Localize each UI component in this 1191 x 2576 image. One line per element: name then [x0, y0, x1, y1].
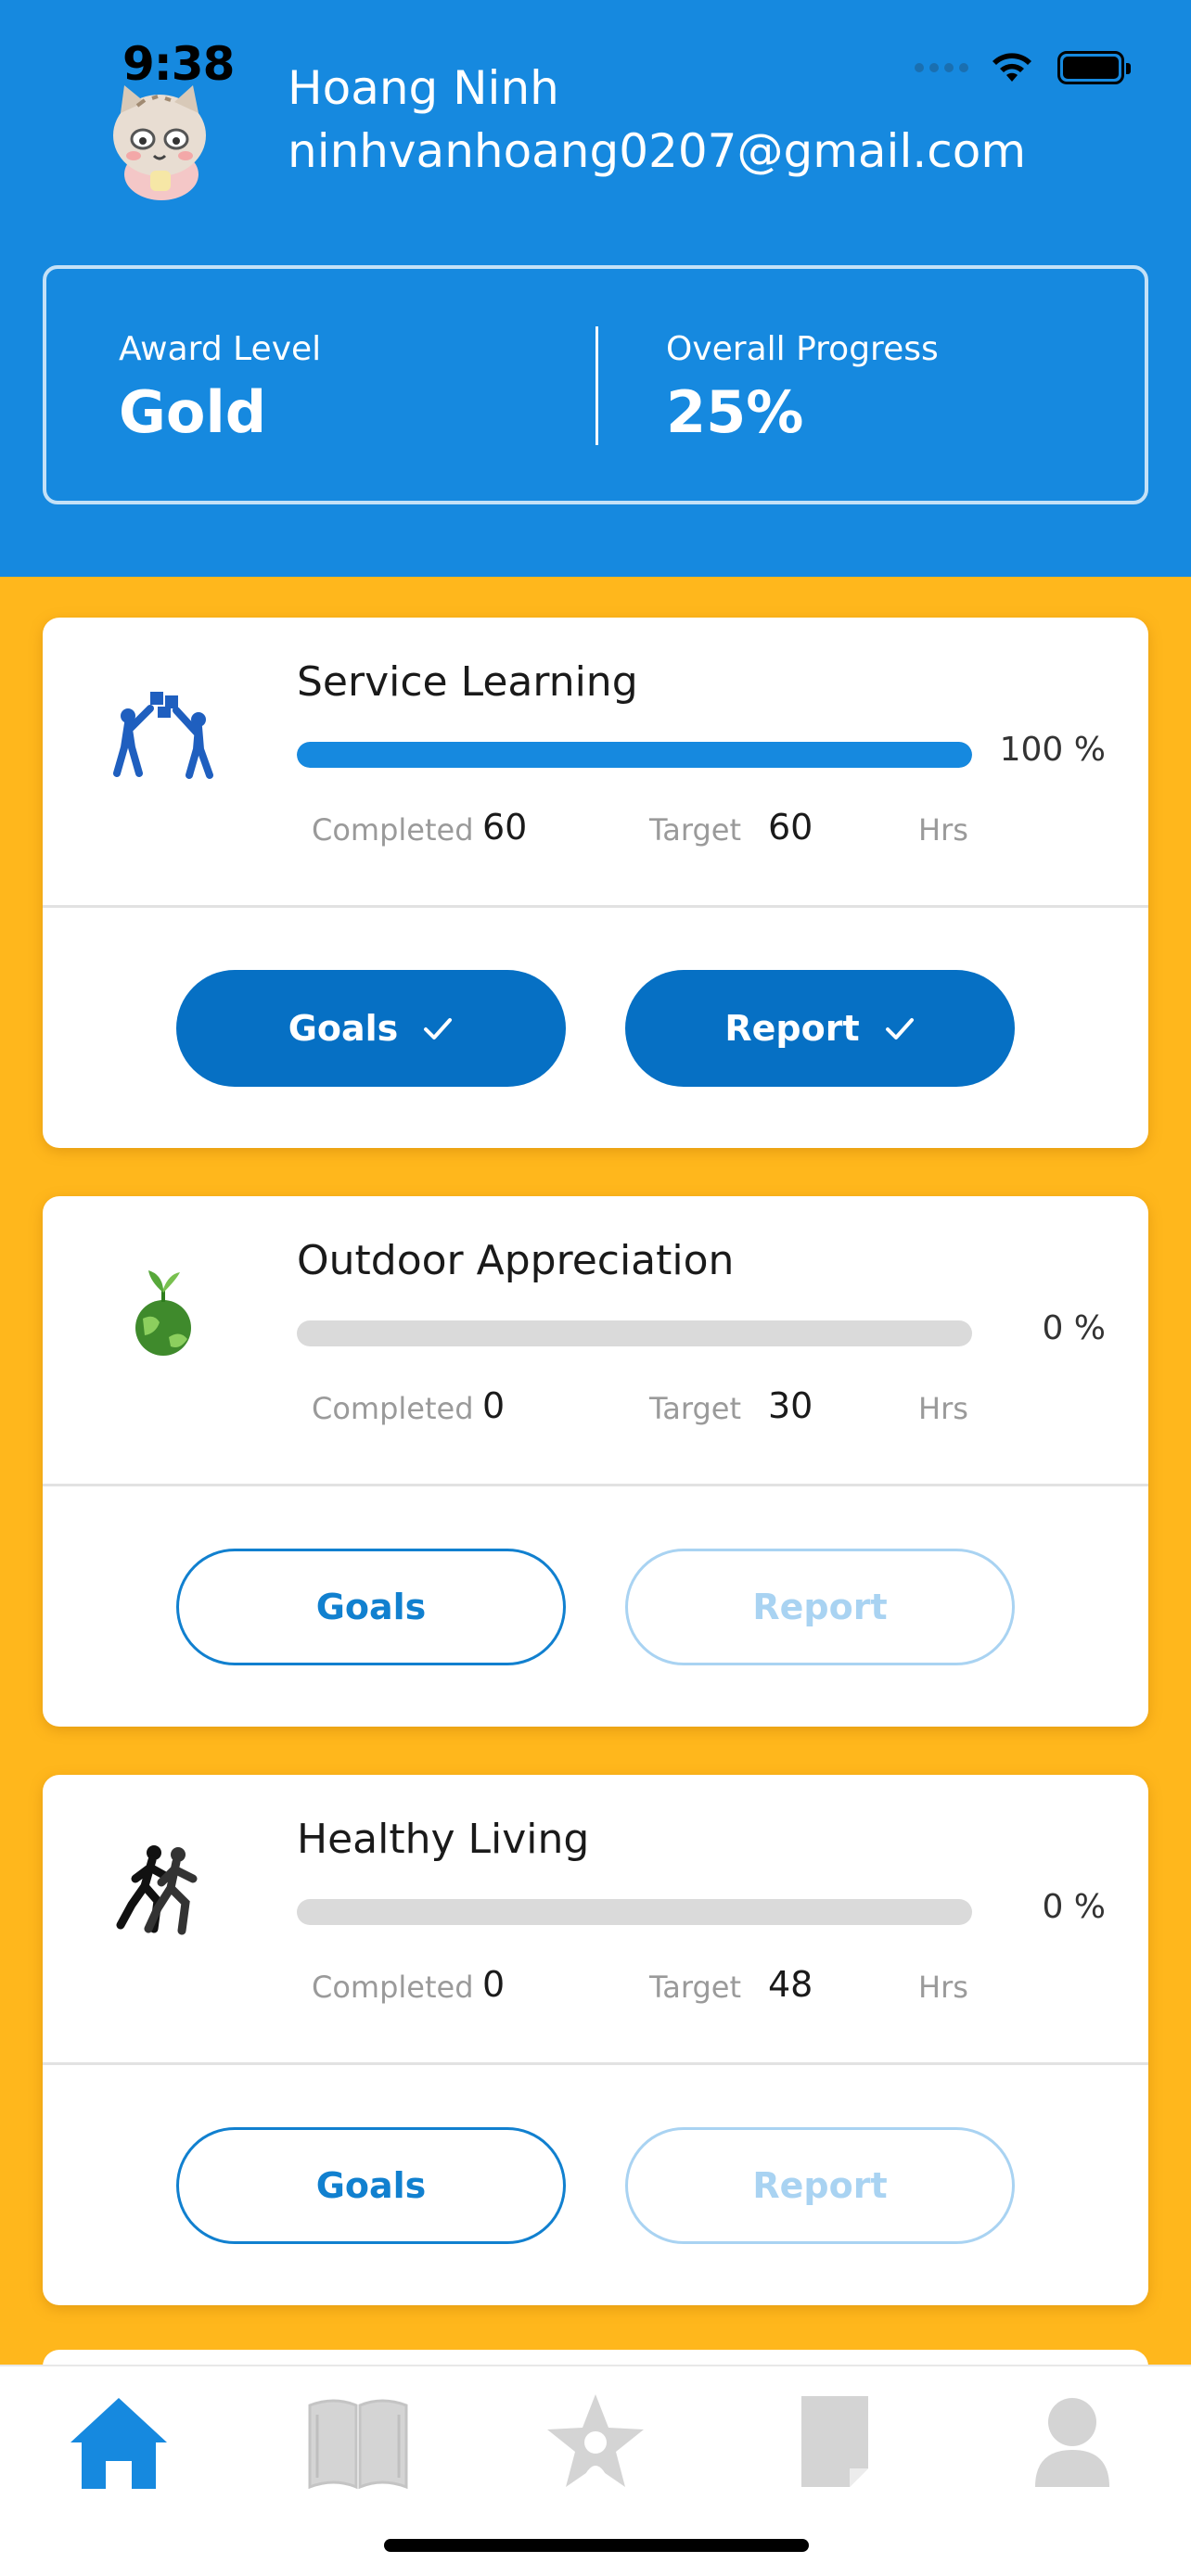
progress-percent: 0 % [1042, 1888, 1106, 1926]
earth-plant-icon [135, 1270, 191, 1356]
card-outdoor-appreciation: Outdoor Appreciation 0 % Completed 0 Tar… [43, 1196, 1148, 1727]
home-icon[interactable] [63, 2391, 174, 2493]
completed-value: 0 [482, 1385, 506, 1426]
checkmark-icon [424, 1018, 453, 1039]
goals-button[interactable]: Goals [176, 970, 566, 1087]
report-button-label: Report [752, 1587, 888, 1627]
profile-header: 9:38 Hoang Ninh ninhvanhoang0207@gmail.c… [0, 0, 1191, 577]
goals-button[interactable]: Goals [176, 1549, 566, 1665]
goals-button-label: Goals [288, 1008, 399, 1049]
battery-icon [1057, 51, 1131, 84]
progress-percent: 0 % [1042, 1309, 1106, 1347]
award-level-value: Gold [119, 378, 267, 446]
card-healthy-living: Healthy Living 0 % Completed 0 Target 48… [43, 1775, 1148, 2305]
status-icons [915, 46, 1131, 89]
card-title: Outdoor Appreciation [297, 1237, 735, 1284]
stats-summary: Award Level Gold Overall Progress 25% [43, 265, 1148, 504]
report-button[interactable]: Report [625, 970, 1015, 1087]
unit-label: Hrs [918, 1970, 968, 2005]
completed-label: Completed [312, 1391, 474, 1426]
target-value: 60 [768, 807, 813, 848]
award-level-label: Award Level [119, 330, 322, 368]
home-indicator [384, 2539, 809, 2552]
stats-divider [596, 326, 598, 445]
progress-percent: 100 % [999, 731, 1106, 769]
target-label: Target [649, 1391, 741, 1426]
report-button[interactable]: Report [625, 2127, 1015, 2244]
target-value: 48 [768, 1964, 813, 2005]
progress-bar [297, 1899, 972, 1925]
card-divider [43, 1484, 1148, 1486]
user-email: ninhvanhoang0207@gmail.com [288, 124, 1027, 178]
runners-icon [116, 1845, 198, 1935]
award-star-icon[interactable] [540, 2391, 651, 2493]
wifi-icon [992, 53, 1031, 82]
report-button-label: Report [724, 1008, 860, 1049]
document-icon[interactable] [779, 2391, 890, 2493]
progress-fill [297, 742, 972, 768]
teamwork-puzzle-icon [113, 692, 213, 779]
target-value: 30 [768, 1385, 813, 1426]
card-divider [43, 905, 1148, 908]
card-divider [43, 2062, 1148, 2065]
profile-icon[interactable] [1017, 2391, 1128, 2493]
overall-progress-label: Overall Progress [666, 330, 939, 368]
report-button-label: Report [752, 2165, 888, 2206]
completed-label: Completed [312, 1970, 474, 2005]
completed-value: 60 [482, 807, 528, 848]
progress-bar [297, 1320, 972, 1346]
progress-bar [297, 742, 972, 768]
checkmark-icon [885, 1018, 914, 1039]
target-label: Target [649, 812, 741, 848]
unit-label: Hrs [918, 1391, 968, 1426]
card-title: Healthy Living [297, 1816, 590, 1863]
goals-button-label: Goals [315, 2165, 427, 2206]
book-icon[interactable] [302, 2391, 414, 2493]
avatar[interactable] [100, 74, 221, 204]
user-name: Hoang Ninh [288, 61, 559, 115]
completed-label: Completed [312, 812, 474, 848]
goals-button-label: Goals [315, 1587, 427, 1627]
completed-value: 0 [482, 1964, 506, 2005]
card-title: Service Learning [297, 658, 638, 706]
cellular-signal-icon [915, 63, 968, 72]
report-button[interactable]: Report [625, 1549, 1015, 1665]
goals-button[interactable]: Goals [176, 2127, 566, 2244]
card-service-learning: Service Learning 100 % Completed 60 Targ… [43, 618, 1148, 1148]
unit-label: Hrs [918, 812, 968, 848]
overall-progress-value: 25% [666, 378, 804, 446]
target-label: Target [649, 1970, 741, 2005]
